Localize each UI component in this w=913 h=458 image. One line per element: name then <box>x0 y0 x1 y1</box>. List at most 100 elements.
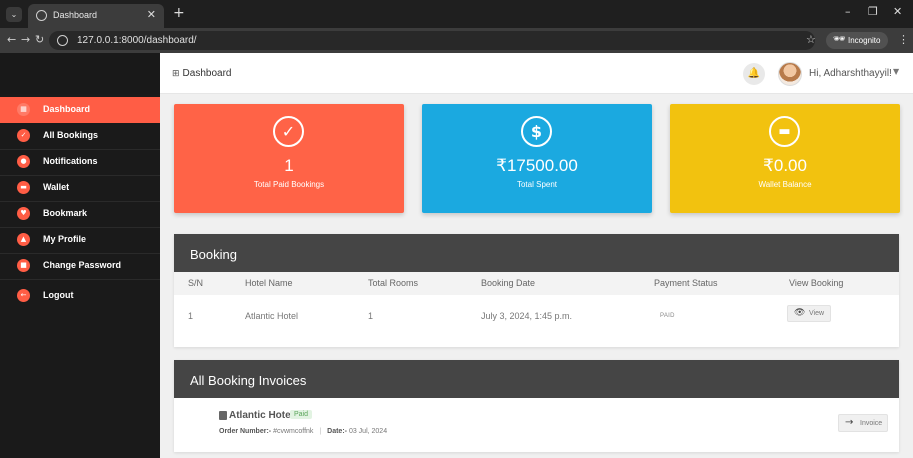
sidebar-item-change-password[interactable]: ■ Change Password <box>0 253 160 279</box>
invoices-panel-header: All Booking Invoices <box>174 360 899 398</box>
notification-bell-icon[interactable]: 🔔 <box>743 63 765 85</box>
globe-icon <box>36 10 47 21</box>
column-header: Hotel Name <box>245 278 293 288</box>
close-icon[interactable]: ✕ <box>147 8 156 21</box>
stat-label: Total Spent <box>516 180 558 189</box>
incognito-icon: 🕶 <box>833 34 846 45</box>
invoices-panel-title: All Booking Invoices <box>190 373 307 388</box>
column-header: Booking Date <box>481 278 536 288</box>
top-bar: ⊞ Dashboard 🔔 Hi, Adharshthayyil! ▼ <box>160 53 913 94</box>
sidebar-item-bookmark[interactable]: ♥ Bookmark <box>0 201 160 227</box>
tab-title: Dashboard <box>53 10 98 20</box>
status-badge: PAID <box>660 313 675 319</box>
stat-card-wallet-balance: ▬ ₹0.00 Wallet Balance <box>670 104 900 213</box>
column-header: Payment Status <box>654 278 718 288</box>
stat-value: ₹0.00 <box>763 156 807 175</box>
booking-panel: Booking S/N Hotel Name Total Rooms Booki… <box>174 234 899 347</box>
lock-icon: ■ <box>17 259 30 272</box>
sidebar-item-wallet[interactable]: ▬ Wallet <box>0 175 160 201</box>
wallet-icon: ▬ <box>17 181 30 194</box>
restore-icon[interactable]: ❐ <box>868 5 878 18</box>
column-header: S/N <box>188 278 204 288</box>
sidebar-item-notifications[interactable]: ● Notifications <box>0 149 160 175</box>
cell-hotel-name: Atlantic Hotel <box>245 311 299 321</box>
arrow-right-icon: → <box>845 417 854 428</box>
sidebar-item-label: Notifications <box>43 156 98 166</box>
invoice-date: 03 Jul, 2024 <box>348 428 388 435</box>
bookmark-star-icon[interactable]: ☆ <box>806 33 816 46</box>
heart-icon: ♥ <box>17 207 30 220</box>
sidebar-item-label: All Bookings <box>43 130 99 140</box>
address-bar[interactable]: 127.0.0.1:8000/dashboard/ <box>49 31 815 50</box>
check-icon: ✓ <box>17 129 30 142</box>
window-close-icon[interactable]: ✕ <box>893 5 902 18</box>
bell-icon: ● <box>17 155 30 168</box>
order-number-label: Order Number:- <box>219 428 272 435</box>
sidebar-item-label: My Profile <box>43 234 87 244</box>
view-booking-button[interactable]: 👁 View <box>787 305 831 322</box>
user-greeting[interactable]: Hi, Adharshthayyil! <box>809 68 892 79</box>
eye-icon: 👁 <box>794 308 806 318</box>
grid-icon: ⊞ <box>172 69 180 79</box>
sidebar-item-label: Logout <box>43 290 74 300</box>
column-header: View Booking <box>789 278 844 288</box>
invoice-button[interactable]: → Invoice <box>838 414 888 432</box>
booking-panel-header: Booking <box>174 234 899 272</box>
sidebar-item-my-profile[interactable]: ▲ My Profile <box>0 227 160 253</box>
document-icon <box>219 411 227 420</box>
page-title-text: Dashboard <box>182 68 232 79</box>
table-row: 1 Atlantic Hotel 1 July 3, 2024, 1:45 p.… <box>174 295 899 335</box>
wallet-icon: ▬ <box>769 116 800 147</box>
order-number: #cvwmcoffnk <box>273 428 314 435</box>
browser-tab-strip: ⌄ Dashboard ✕ + – ❐ ✕ <box>0 0 913 28</box>
view-button-label: View <box>809 310 825 317</box>
column-header: Total Rooms <box>368 278 419 288</box>
cell-total-rooms: 1 <box>368 311 374 321</box>
chevron-down-icon[interactable]: ▼ <box>893 67 899 76</box>
stat-value: 1 <box>284 156 294 175</box>
page-title: ⊞ Dashboard <box>172 68 231 79</box>
back-icon[interactable]: ← <box>7 33 16 46</box>
grid-icon: ▦ <box>17 103 30 116</box>
incognito-badge[interactable]: 🕶 Incognito <box>826 32 888 49</box>
sidebar-item-label: Wallet <box>43 182 70 192</box>
sidebar-item-label: Dashboard <box>43 104 91 114</box>
sidebar-item-all-bookings[interactable]: ✓ All Bookings <box>0 123 160 149</box>
browser-tab[interactable]: Dashboard ✕ <box>28 4 164 28</box>
sidebar-item-dashboard[interactable]: ▦ Dashboard <box>0 97 160 123</box>
tab-search-icon[interactable]: ⌄ <box>6 7 22 22</box>
stat-value: ₹17500.00 <box>496 156 578 175</box>
reload-icon[interactable]: ↻ <box>35 33 44 46</box>
meta-separator: | <box>319 428 322 435</box>
date-label: Date:- <box>327 428 347 435</box>
stat-card-total-spent: $ ₹17500.00 Total Spent <box>422 104 652 213</box>
list-item: Atlantic Hotel Paid Order Number:- #cvwm… <box>174 398 899 452</box>
url-text[interactable]: 127.0.0.1:8000/dashboard/ <box>77 35 197 46</box>
cell-sn: 1 <box>188 311 194 321</box>
booking-panel-title: Booking <box>190 247 237 262</box>
forward-icon[interactable]: → <box>21 33 30 46</box>
invoice-hotel-name: Atlantic Hotel <box>229 410 294 421</box>
stat-card-paid-bookings: ✓ 1 Total Paid Bookings <box>174 104 404 213</box>
stat-label: Total Paid Bookings <box>253 180 325 189</box>
check-circle-icon: ✓ <box>273 116 304 147</box>
minimize-icon[interactable]: – <box>845 5 851 18</box>
site-info-icon[interactable] <box>57 35 68 46</box>
new-tab-icon[interactable]: + <box>173 5 185 21</box>
avatar[interactable] <box>778 62 802 86</box>
dollar-icon: $ <box>521 116 552 147</box>
arrow-left-icon: ← <box>17 289 30 302</box>
stat-label: Wallet Balance <box>758 180 812 189</box>
status-badge: Paid <box>290 410 313 419</box>
invoice-button-label: Invoice <box>860 420 883 427</box>
browser-menu-icon[interactable]: ⋮ <box>898 33 909 46</box>
sidebar-header <box>0 53 160 94</box>
cell-booking-date: July 3, 2024, 1:45 p.m. <box>481 311 573 321</box>
sidebar-item-label: Bookmark <box>43 208 88 218</box>
sidebar-item-label: Change Password <box>43 260 122 270</box>
sidebar-item-logout[interactable]: ← Logout <box>0 283 160 309</box>
booking-table-header: S/N Hotel Name Total Rooms Booking Date … <box>174 272 899 295</box>
sidebar-divider <box>0 279 160 280</box>
invoice-meta: Order Number:- #cvwmcoffnk | Date:- 03 J… <box>219 428 387 435</box>
sidebar: ▦ Dashboard ✓ All Bookings ● Notificatio… <box>0 53 160 458</box>
